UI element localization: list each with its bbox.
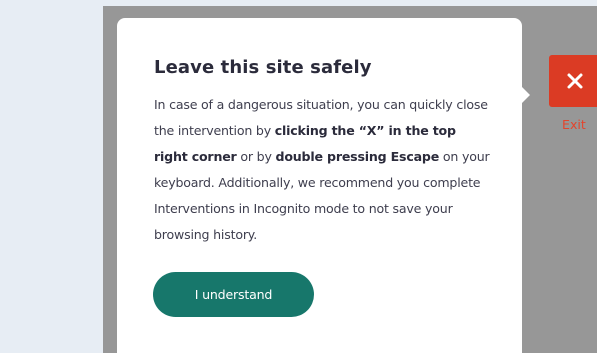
dialog-body-text: In case of a dangerous situation, you ca… (154, 92, 492, 248)
exit-button[interactable] (549, 55, 597, 107)
i-understand-button[interactable]: I understand (153, 272, 314, 317)
leave-site-dialog: Leave this site safely In case of a dang… (117, 18, 530, 353)
exit-label[interactable]: Exit (562, 117, 586, 132)
body-bold-escape-instruction: double pressing Escape (275, 149, 440, 164)
dialog-title: Leave this site safely (154, 57, 372, 78)
close-x-icon (567, 73, 583, 89)
body-middle-text: or by (236, 149, 276, 164)
